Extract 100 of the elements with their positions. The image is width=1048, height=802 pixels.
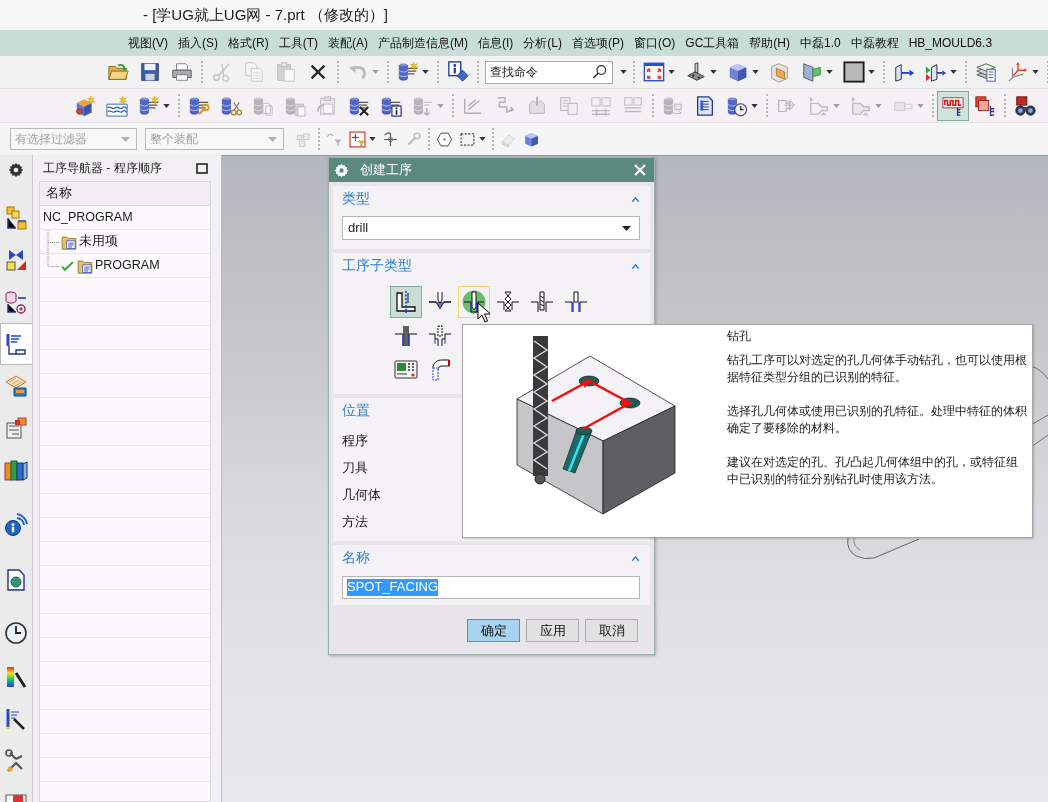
menu-item[interactable]: 窗口(O): [629, 33, 681, 53]
dashed-rectangle-icon[interactable]: [459, 130, 476, 148]
cylinder-info-icon[interactable]: [380, 94, 402, 117]
printer-icon[interactable]: [171, 61, 193, 83]
field-label: 方法: [342, 514, 368, 531]
target-filter-icon[interactable]: [349, 130, 366, 148]
tooltip-title: 钻孔: [727, 328, 752, 345]
menu-item[interactable]: 帮助(H): [744, 33, 795, 53]
dropdown-arrow-icon[interactable]: [950, 70, 957, 74]
binoculars-icon[interactable]: [1014, 94, 1036, 117]
menu-item[interactable]: 中磊1.0: [795, 33, 846, 53]
cube-icon[interactable]: [727, 61, 749, 83]
menu-item[interactable]: 分析(L): [518, 33, 567, 53]
document-icon[interactable]: [694, 94, 716, 117]
maximize-icon[interactable]: [196, 162, 208, 174]
dropdown-arrow-icon[interactable]: [622, 225, 631, 231]
waves-star-icon[interactable]: [106, 94, 128, 117]
info-signal-icon[interactable]: [4, 513, 28, 537]
dropdown-arrow-icon[interactable]: [620, 70, 627, 74]
dropdown-arrow-icon[interactable]: [752, 70, 759, 74]
apply-button[interactable]: 应用: [526, 619, 579, 642]
square-icon[interactable]: [843, 61, 865, 83]
cube-icon[interactable]: [523, 130, 540, 148]
threaded-hole-icon[interactable]: [496, 290, 520, 314]
cylinder-delete-icon[interactable]: [348, 94, 370, 117]
dropdown-arrow-icon[interactable]: [422, 70, 429, 74]
search-icon[interactable]: [592, 63, 608, 80]
assembly-tree-icon[interactable]: [4, 206, 28, 230]
save-icon[interactable]: [139, 61, 161, 83]
color-bar-wand-icon[interactable]: [4, 665, 28, 689]
cube-star-icon[interactable]: [74, 94, 96, 117]
menu-item[interactable]: HB_MOULD6.3: [903, 33, 998, 53]
ok-button[interactable]: 确定: [467, 619, 520, 642]
section-title: 类型: [342, 190, 370, 208]
cylinder-star-icon[interactable]: [397, 61, 419, 83]
collapse-icon[interactable]: [630, 554, 641, 562]
globe-document-icon[interactable]: [4, 568, 28, 592]
constraint-icon[interactable]: [4, 248, 28, 272]
folder-icon: [77, 258, 93, 274]
bore-icon[interactable]: [564, 290, 588, 314]
field-label: 几何体: [342, 487, 381, 504]
menu-item[interactable]: 装配(A): [323, 33, 373, 53]
hexagon-icon[interactable]: [436, 130, 453, 148]
tree-node[interactable]: NC_PROGRAM: [43, 210, 133, 226]
move-cross-icon[interactable]: [382, 130, 399, 148]
menu-item[interactable]: GC工具箱: [680, 33, 745, 53]
threaded-hole-icon[interactable]: [530, 290, 554, 314]
cancel-button[interactable]: 取消: [585, 619, 638, 642]
type-dropdown[interactable]: drill: [342, 216, 640, 240]
thread-cut-icon[interactable]: [394, 324, 418, 348]
dropdown-arrow-icon[interactable]: [163, 103, 170, 108]
settings-icon[interactable]: [8, 162, 24, 178]
menu-item[interactable]: 插入(S): [173, 33, 223, 53]
menu-item[interactable]: 信息(I): [473, 33, 519, 53]
cylinder-wrench-icon[interactable]: [188, 94, 210, 117]
info-icon[interactable]: [447, 61, 469, 83]
menu-item[interactable]: 首选项(P): [567, 33, 629, 53]
tree-node[interactable]: 未用项: [79, 234, 118, 250]
resource-tab[interactable]: [0, 323, 32, 365]
edge-panel-icon[interactable]: [801, 61, 823, 83]
collapse-icon[interactable]: [630, 195, 641, 203]
dropdown-arrow-icon[interactable]: [868, 70, 875, 74]
dropdown-arrow-icon[interactable]: [668, 70, 675, 74]
cylinder-target-icon[interactable]: [4, 290, 28, 314]
shaded-bracket-icon[interactable]: [685, 61, 707, 83]
counterbore-icon[interactable]: [428, 324, 452, 348]
menu-item[interactable]: 中磊教程: [845, 33, 904, 53]
menu-item[interactable]: 工具(T): [273, 33, 323, 53]
dropdown-arrow-icon[interactable]: [826, 70, 833, 74]
dropdown-arrow-icon[interactable]: [1032, 70, 1039, 74]
search-field[interactable]: 查找命令: [485, 60, 613, 84]
plane-arrow-icon[interactable]: [893, 61, 915, 83]
dropdown-arrow-icon[interactable]: [479, 137, 486, 141]
cylinder-scissors-icon[interactable]: [220, 94, 242, 117]
folder-icon[interactable]: [107, 61, 129, 83]
menu-item[interactable]: 格式(R): [223, 33, 274, 53]
collapse-icon[interactable]: [630, 262, 641, 270]
frames-tree-icon[interactable]: [974, 94, 996, 117]
grid-block-icon[interactable]: [4, 374, 28, 398]
fit-view-icon[interactable]: [643, 61, 665, 83]
operation-tree-icon[interactable]: [4, 332, 28, 356]
menu-item[interactable]: 视图(V): [123, 33, 173, 53]
cylinder-clock-icon[interactable]: [726, 94, 748, 117]
machine-cubes-icon[interactable]: [4, 416, 28, 440]
plane-arrow-icon[interactable]: [925, 61, 947, 83]
tree-node[interactable]: PROGRAM: [95, 258, 160, 274]
close-icon[interactable]: [634, 164, 646, 176]
panel-title: 工序导航器 - 程序顺序: [43, 160, 162, 176]
field-label: 刀具: [342, 460, 368, 477]
menu-item[interactable]: 产品制造信息(M): [373, 33, 473, 53]
clock-icon[interactable]: [4, 621, 28, 645]
section-block-icon[interactable]: [769, 61, 791, 83]
cylinder-star-icon[interactable]: [138, 94, 160, 117]
dropdown-arrow-icon[interactable]: [369, 137, 376, 141]
control-panel-icon[interactable]: [394, 358, 418, 382]
layers-icon[interactable]: [975, 61, 997, 83]
books-icon[interactable]: [4, 458, 28, 482]
dropdown-arrow-icon[interactable]: [751, 103, 758, 108]
dropdown-arrow-icon[interactable]: [710, 70, 717, 74]
coordinate-axes-icon[interactable]: [1007, 61, 1029, 83]
